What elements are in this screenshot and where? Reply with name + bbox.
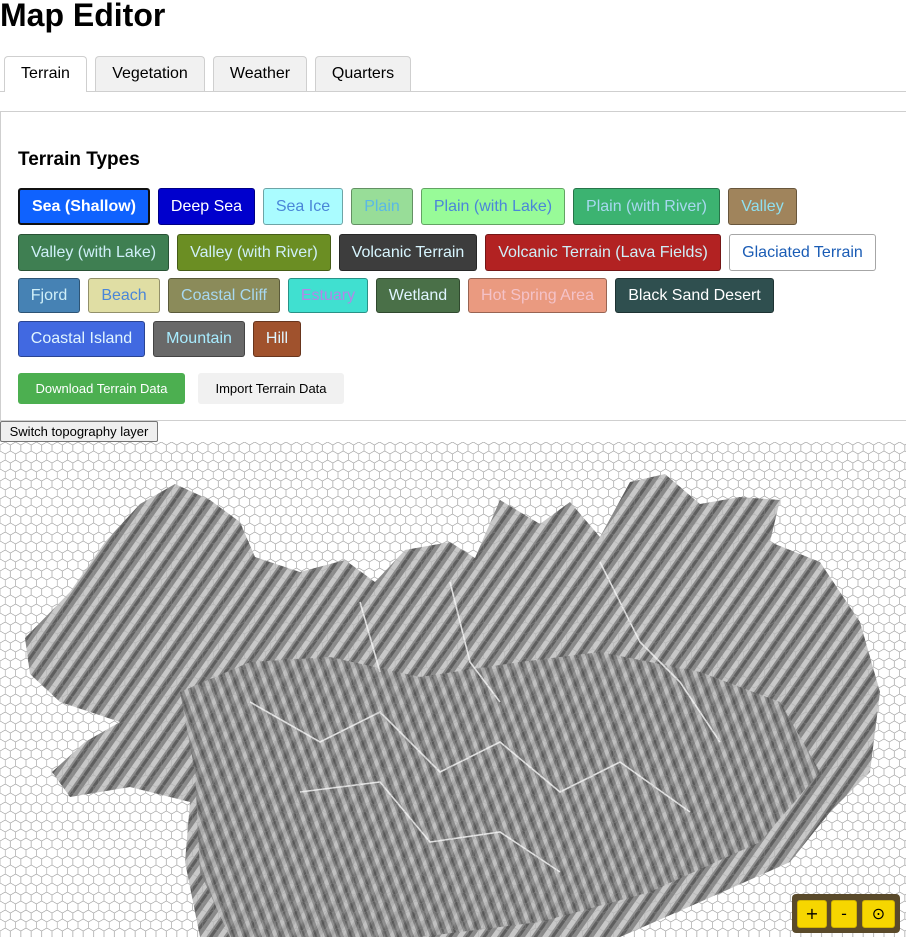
terrain-hot-spring-button[interactable]: Hot Spring Area [468,278,607,313]
terrain-coastal-cliff-button[interactable]: Coastal Cliff [168,278,280,313]
terrain-panel: Terrain Types Sea (Shallow) Deep Sea Sea… [0,111,906,421]
terrain-plain-lake-button[interactable]: Plain (with Lake) [421,188,565,225]
terrain-fjord-button[interactable]: Fjord [18,278,80,313]
zoom-reset-button[interactable]: ⊙ [862,900,895,928]
terrain-plain-river-button[interactable]: Plain (with River) [573,188,720,225]
tab-quarters[interactable]: Quarters [315,56,411,91]
terrain-valley-button[interactable]: Valley [728,188,797,225]
terrain-plain-button[interactable]: Plain [351,188,413,225]
terrain-glaciated-button[interactable]: Glaciated Terrain [729,234,876,271]
terrain-lava-fields-button[interactable]: Volcanic Terrain (Lava Fields) [485,234,721,271]
tab-vegetation[interactable]: Vegetation [95,56,205,91]
terrain-hill-button[interactable]: Hill [253,321,301,357]
terrain-sea-ice-button[interactable]: Sea Ice [263,188,343,225]
terrain-wetland-button[interactable]: Wetland [376,278,460,313]
zoom-in-button[interactable]: + [797,900,827,928]
terrain-beach-button[interactable]: Beach [88,278,160,313]
terrain-estuary-button[interactable]: Estuary [288,278,368,313]
terrain-sea-shallow-button[interactable]: Sea (Shallow) [18,188,150,225]
terrain-mountain-button[interactable]: Mountain [153,321,245,357]
landmass [0,442,906,937]
tab-bar: Terrain Vegetation Weather Quarters [0,56,906,92]
terrain-valley-lake-button[interactable]: Valley (with Lake) [18,234,169,271]
map-canvas[interactable]: + - ⊙ [0,442,906,937]
section-title: Terrain Types [18,149,140,170]
download-terrain-data-button[interactable]: Download Terrain Data [18,373,185,404]
terrain-deep-sea-button[interactable]: Deep Sea [158,188,255,225]
zoom-out-button[interactable]: - [831,900,857,928]
import-terrain-data-button[interactable]: Import Terrain Data [198,373,344,404]
terrain-coastal-island-button[interactable]: Coastal Island [18,321,145,357]
terrain-volcanic-button[interactable]: Volcanic Terrain [339,234,477,271]
tab-weather[interactable]: Weather [213,56,307,91]
terrain-valley-river-button[interactable]: Valley (with River) [177,234,331,271]
topography-map [0,442,906,937]
page-title: Map Editor [0,0,166,33]
tab-terrain[interactable]: Terrain [4,56,87,92]
switch-topography-layer-button[interactable]: Switch topography layer [0,421,158,442]
terrain-black-sand-desert-button[interactable]: Black Sand Desert [615,278,774,313]
zoom-controls: + - ⊙ [792,894,900,933]
